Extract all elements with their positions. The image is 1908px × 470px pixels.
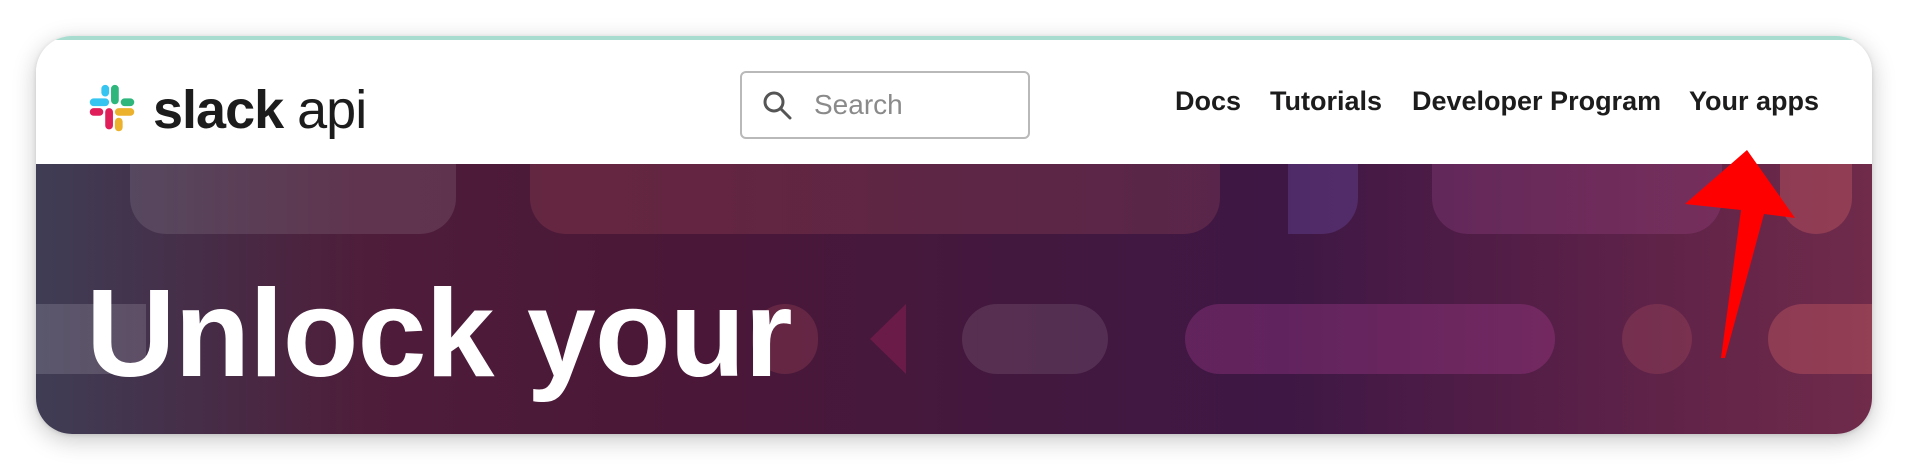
logo-wordmark: slack api [153,80,367,140]
site-header: slackapi Docs Tutorials Developer Progra… [36,40,1872,164]
nav-link-docs[interactable]: Docs [1175,86,1241,117]
hero-decor-shape [1288,164,1358,234]
hero-title: Unlock your [86,265,793,403]
logo-word-api: api [297,80,367,140]
hero-decor-shape [1622,304,1692,374]
hero-decor-shape [1185,304,1555,374]
slack-api-logo[interactable]: slack api [83,80,367,140]
browser-viewport: slackapi Docs Tutorials Developer Progra… [36,36,1872,434]
nav-link-developer-program[interactable]: Developer Program [1412,86,1661,117]
nav-link-your-apps[interactable]: Your apps [1689,86,1819,117]
search-box[interactable] [740,71,1030,139]
hero-decor-shape [530,164,1220,234]
slack-logo-icon [89,84,135,132]
hero-decor-shape [130,164,456,234]
hero-banner: Unlock your [36,164,1872,434]
search-icon [763,91,792,120]
red-arrow-icon [1685,150,1795,358]
search-input[interactable] [812,88,1016,122]
logo-word-slack: slack [153,80,284,140]
hero-decor-triangle [870,304,906,374]
hero-decor-shape [962,304,1108,374]
nav-link-tutorials[interactable]: Tutorials [1270,86,1382,117]
hero-decor-shape [1432,164,1722,234]
